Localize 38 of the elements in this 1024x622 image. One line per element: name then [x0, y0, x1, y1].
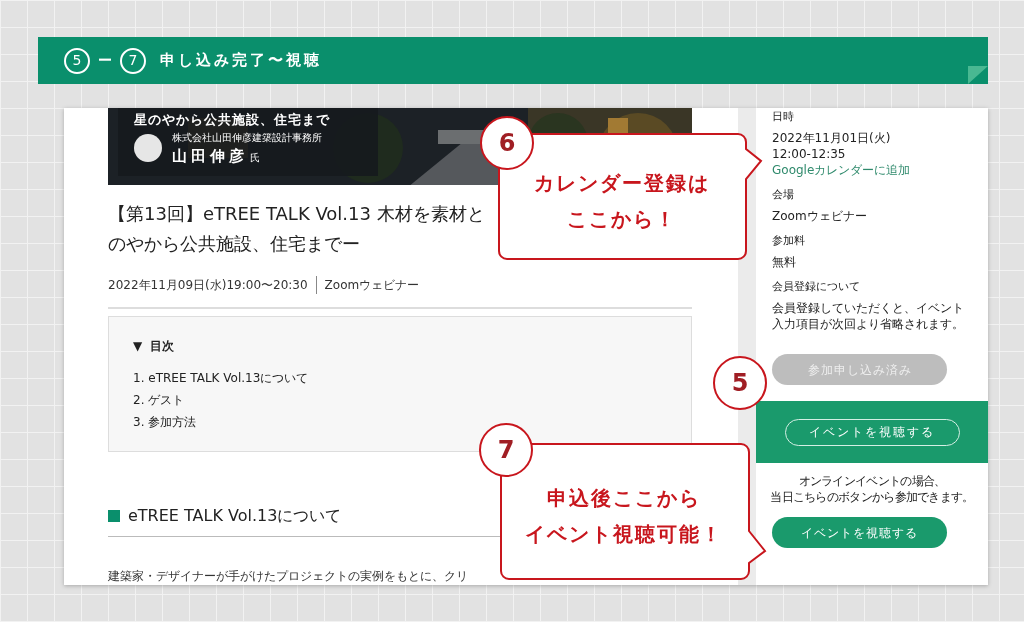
detail-value: 12:00-12:35 — [772, 146, 847, 162]
step-number: 7 — [120, 47, 146, 74]
calendar-link[interactable]: Googleカレンダーに追加 — [772, 162, 984, 178]
section-heading: eTREE TALK Vol.13について — [128, 505, 342, 527]
note-text: 当日こちらのボタンから参加できます。 — [770, 489, 974, 505]
step-dash: ー — [98, 51, 112, 70]
callout-text: イベント視聴可能！ — [525, 521, 723, 548]
event-title: 【第13回】eTREE TALK Vol.13 木材を素材と — [108, 201, 485, 226]
square-icon — [108, 510, 120, 522]
note-text: オンラインイベントの場合、 — [798, 473, 946, 489]
step-number: 5 — [64, 47, 90, 74]
callout-text: ここから！ — [566, 205, 677, 233]
detail-label: 日時 — [772, 109, 795, 125]
callout-text: 申込後ここから — [547, 485, 701, 512]
detail-value: Zoomウェビナー — [772, 208, 868, 224]
toc-link[interactable]: 1. eTREE TALK Vol.13について — [133, 370, 691, 388]
speaker-name: 山田伸彦 — [172, 146, 248, 167]
callout-text: カレンダー登録は — [533, 169, 710, 197]
company-name: 株式会社山田伸彦建築設計事務所 — [172, 131, 322, 145]
toc-toggle[interactable]: ▼ — [133, 337, 143, 356]
detail-value: 会員登録していただくと、イベント — [772, 300, 965, 316]
detail-label: 会場 — [772, 187, 795, 203]
body-text: 建築家・デザイナーが手がけたプロジェクトの実例をもとに、クリ — [108, 568, 469, 585]
honorific: 氏 — [250, 151, 260, 165]
detail-label: 会員登録について — [772, 279, 861, 295]
folded-corner-icon — [968, 66, 988, 84]
detail-value: 入力項目が次回より省略されます。 — [772, 316, 965, 332]
detail-value: 無料 — [772, 254, 797, 270]
event-venue: Zoomウェビナー — [323, 276, 420, 294]
section-title: 申し込み完了〜視聴 — [160, 50, 322, 72]
toc-heading: 目次 — [150, 338, 175, 356]
event-title: のやから公共施設、住宅までー — [108, 231, 360, 256]
event-button[interactable]: イベントを視聴する — [772, 517, 947, 548]
event-date: 2022年11月09日(水)19:00〜20:30 — [108, 275, 317, 294]
toc-link[interactable]: 2. ゲスト — [133, 392, 691, 410]
banner-subtitle: 星のやから公共施設、住宅まで — [134, 111, 330, 129]
detail-label: 参加料 — [772, 233, 806, 249]
detail-value: 2022年11月01日(火) — [772, 130, 892, 146]
